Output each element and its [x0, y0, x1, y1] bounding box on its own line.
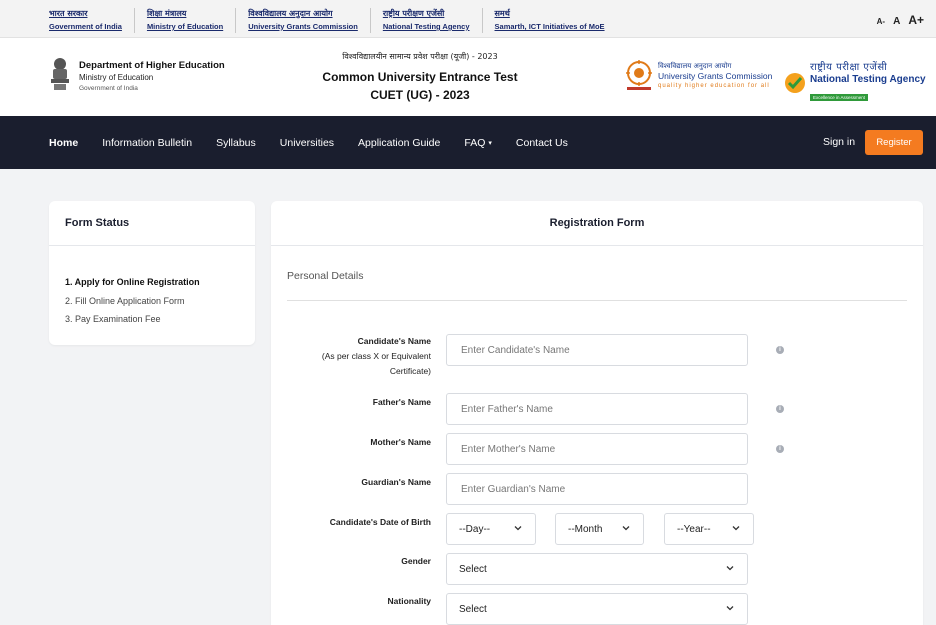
nta-name-hindi: राष्ट्रीय परीक्षा एजेंसी — [810, 62, 888, 73]
dob-day-value: --Day-- — [459, 523, 491, 535]
info-icon[interactable]: i — [776, 346, 784, 354]
nta-name: National Testing Agency — [810, 74, 926, 85]
form-status-title: Form Status — [65, 217, 130, 229]
gov-link-goi[interactable]: भारत सरकार Government of India — [37, 8, 134, 33]
exam-code: CUET (UG) - 2023 — [370, 88, 470, 102]
nationality-value: Select — [459, 603, 487, 615]
dob-year-value: --Year-- — [677, 523, 711, 535]
gov-link-samarth[interactable]: समर्थ Samarth, ICT Initiatives of MoE — [481, 8, 617, 33]
status-step: 1. Apply for Online Registration — [65, 277, 200, 287]
gov-link-english[interactable]: Government of India — [49, 21, 122, 33]
gov-link-english[interactable]: Ministry of Education — [147, 21, 223, 33]
caret-down-icon: ▾ — [488, 139, 492, 147]
exam-title-block: विश्वविद्यालयीन सामान्य प्रवेश परीक्षा (… — [300, 50, 540, 104]
status-step: 3. Pay Examination Fee — [65, 314, 161, 324]
ministry-name: Ministry of Education — [79, 73, 154, 82]
nav-syllabus[interactable]: Syllabus — [216, 137, 256, 149]
chevron-down-icon — [732, 526, 740, 531]
gov-link-nta[interactable]: राष्ट्रीय परीक्षण एजेंसी National Testin… — [369, 8, 482, 33]
candidate-name-label-line1: Candidate's Name — [357, 336, 431, 346]
mother-name-label: Mother's Name — [370, 437, 431, 447]
divider — [49, 245, 255, 246]
info-icon[interactable]: i — [776, 445, 784, 453]
ugc-logo: विश्वविद्यालय अनुदान आयोग University Gra… — [624, 60, 772, 92]
nav-universities[interactable]: Universities — [280, 137, 334, 149]
divider — [287, 300, 907, 301]
national-emblem-icon — [51, 58, 69, 90]
government-name: Government of India — [79, 85, 138, 92]
nav-menu: Home Information Bulletin Syllabus Unive… — [49, 116, 592, 169]
nav-faq[interactable]: FAQ ▾ — [464, 137, 492, 149]
dob-month-select[interactable]: --Month — [555, 513, 644, 545]
top-strip: भारत सरकार Government of India शिक्षा मं… — [0, 0, 936, 38]
gov-link-moe[interactable]: शिक्षा मंत्रालय Ministry of Education — [133, 8, 235, 33]
candidate-name-label: Candidate's Name (As per class X or Equi… — [322, 334, 431, 379]
gov-link-hindi[interactable]: विश्वविद्यालय अनुदान आयोग — [248, 8, 358, 19]
candidate-name-label-line2: (As per class X or Equivalent — [321, 351, 431, 361]
ugc-emblem-icon — [626, 60, 652, 90]
guardian-name-input[interactable]: Enter Guardian's Name — [446, 473, 748, 505]
ugc-tagline: quality higher education for all — [658, 83, 770, 89]
gov-links: भारत सरकार Government of India शिक्षा मं… — [37, 8, 617, 33]
font-increase-button[interactable]: A+ — [908, 13, 924, 27]
gender-select[interactable]: Select — [446, 553, 748, 585]
status-step: 2. Fill Online Application Form — [65, 295, 185, 306]
status-steps: 1. Apply for Online Registration 2. Fill… — [65, 273, 200, 329]
guardian-name-label: Guardian's Name — [361, 477, 431, 487]
dob-year-select[interactable]: --Year-- — [664, 513, 754, 545]
chevron-down-icon — [726, 606, 734, 611]
nationality-select[interactable]: Select — [446, 593, 748, 625]
nav-information-bulletin[interactable]: Information Bulletin — [102, 137, 192, 149]
department-name: Department of Higher Education — [79, 60, 225, 71]
font-decrease-button[interactable]: A- — [877, 17, 885, 26]
nta-check-icon — [785, 73, 805, 93]
gov-link-english[interactable]: Samarth, ICT Initiatives of MoE — [495, 21, 605, 33]
gender-label: Gender — [401, 556, 431, 566]
nav-home[interactable]: Home — [49, 137, 78, 149]
font-size-controls: A- A A+ — [877, 13, 924, 27]
candidate-name-input[interactable]: Enter Candidate's Name — [446, 334, 748, 366]
gov-link-english[interactable]: University Grants Commission — [248, 21, 358, 33]
dob-day-select[interactable]: --Day-- — [446, 513, 536, 545]
exam-title: Common University Entrance Test — [322, 70, 518, 84]
nationality-label: Nationality — [387, 596, 431, 606]
chevron-down-icon — [514, 526, 522, 531]
site-header: Department of Higher Education Ministry … — [0, 38, 936, 116]
section-title: Personal Details — [287, 270, 364, 282]
registration-form-card: Registration Form Personal Details Candi… — [271, 201, 923, 625]
gov-link-ugc[interactable]: विश्वविद्यालय अनुदान आयोग University Gra… — [235, 8, 370, 33]
nav-contact-us[interactable]: Contact Us — [516, 137, 568, 149]
father-name-input[interactable]: Enter Father's Name — [446, 393, 748, 425]
exam-title-hindi: विश्वविद्यालयीन सामान्य प्रवेश परीक्षा (… — [342, 52, 498, 61]
department-block: Department of Higher Education Ministry … — [79, 60, 225, 94]
main-navbar: Home Information Bulletin Syllabus Unive… — [0, 116, 936, 169]
nav-application-guide[interactable]: Application Guide — [358, 137, 440, 149]
mother-name-input[interactable]: Enter Mother's Name — [446, 433, 748, 465]
ugc-name-hindi: विश्वविद्यालय अनुदान आयोग — [658, 62, 732, 70]
font-reset-button[interactable]: A — [893, 16, 900, 27]
nav-faq-label: FAQ — [464, 136, 486, 149]
chevron-down-icon — [726, 566, 734, 571]
chevron-down-icon — [622, 526, 630, 531]
candidate-name-label-line3: Certificate) — [389, 366, 431, 376]
gender-value: Select — [459, 563, 487, 575]
info-icon[interactable]: i — [776, 405, 784, 413]
gov-link-hindi[interactable]: भारत सरकार — [49, 8, 122, 19]
sign-in-link[interactable]: Sign in — [823, 136, 855, 148]
form-status-card: Form Status 1. Apply for Online Registra… — [49, 201, 255, 345]
gov-link-hindi[interactable]: शिक्षा मंत्रालय — [147, 8, 223, 19]
nta-logo: राष्ट्रीय परीक्षा एजेंसी National Testin… — [784, 62, 926, 104]
divider — [271, 245, 923, 246]
dob-label: Candidate's Date of Birth — [329, 517, 431, 527]
gov-link-hindi[interactable]: समर्थ — [495, 8, 605, 19]
register-button[interactable]: Register — [865, 130, 923, 155]
gov-link-english[interactable]: National Testing Agency — [383, 21, 470, 33]
form-title: Registration Form — [549, 217, 645, 229]
ugc-name: University Grants Commission — [658, 71, 773, 81]
nta-tagline: Excellence in Assessment — [810, 94, 869, 101]
gov-link-hindi[interactable]: राष्ट्रीय परीक्षण एजेंसी — [383, 8, 470, 19]
father-name-label: Father's Name — [372, 397, 431, 407]
dob-month-value: --Month — [568, 523, 603, 535]
